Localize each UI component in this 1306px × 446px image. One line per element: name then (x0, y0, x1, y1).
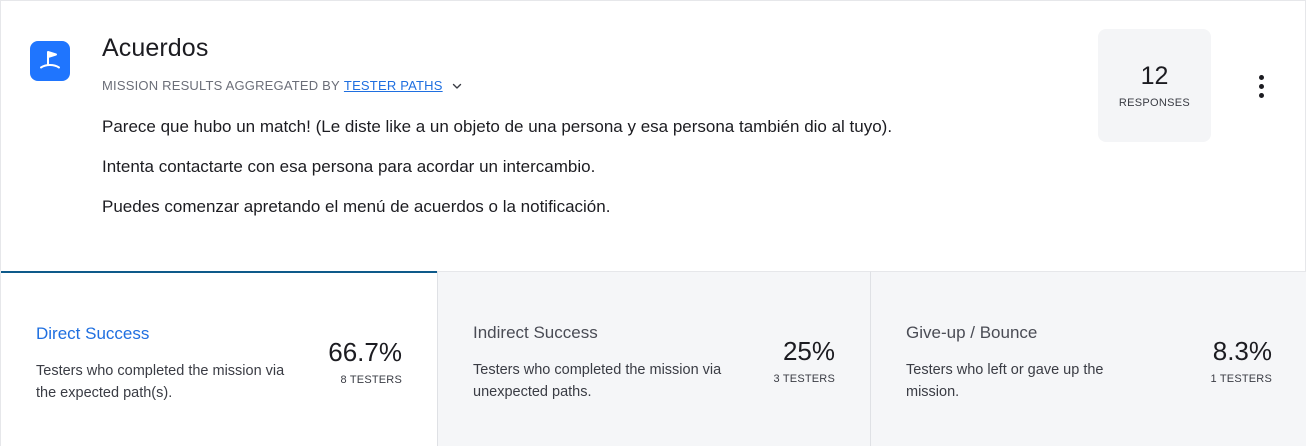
stat-percent: 25% (782, 336, 835, 366)
stat-title: Indirect Success (473, 323, 598, 342)
stat-percent: 66.7% (328, 337, 402, 367)
stat-testers: 3 TESTERS (773, 373, 835, 385)
responses-count: 12 (1140, 62, 1169, 90)
chevron-down-icon[interactable] (451, 80, 463, 92)
tab-indirect-success[interactable]: Indirect Success Testers who completed t… (437, 271, 870, 446)
stat-testers: 8 TESTERS (340, 374, 402, 386)
mission-results-card: Acuerdos MISSION RESULTS AGGREGATED BY T… (0, 0, 1306, 446)
stat-description: Testers who completed the mission via th… (36, 363, 285, 401)
aggregation-label: MISSION RESULTS AGGREGATED BY (102, 78, 340, 93)
stat-percent: 8.3% (1212, 336, 1272, 366)
tab-give-up-bounce[interactable]: Give-up / Bounce Testers who left or gav… (870, 271, 1306, 446)
mission-title: Acuerdos (102, 34, 209, 62)
stat-title: Direct Success (36, 324, 150, 343)
stat-title: Give-up / Bounce (906, 323, 1038, 342)
description-paragraph: Intenta contactarte con esa persona para… (102, 157, 596, 176)
stat-description: Testers who completed the mission via un… (473, 362, 722, 400)
aggregation-subtitle: MISSION RESULTS AGGREGATED BY TESTER PAT… (102, 78, 463, 93)
responses-count-box: 12 RESPONSES (1098, 29, 1211, 142)
responses-label: RESPONSES (1118, 97, 1191, 109)
tester-paths-link[interactable]: TESTER PATHS (344, 78, 443, 93)
flag-icon (30, 41, 70, 81)
description-paragraph: Parece que hubo un match! (Le diste like… (102, 117, 893, 136)
stat-description: Testers who left or gave up the mission. (906, 362, 1104, 400)
stat-testers: 1 TESTERS (1210, 373, 1272, 385)
more-options-icon[interactable] (1250, 71, 1272, 101)
description-paragraph: Puedes comenzar apretando el menú de acu… (102, 197, 611, 216)
tab-direct-success[interactable]: Direct Success Testers who completed the… (1, 271, 437, 446)
stats-row: Direct Success Testers who completed the… (1, 271, 1306, 446)
mission-description: Parece que hubo un match! (Le diste like… (102, 113, 922, 233)
